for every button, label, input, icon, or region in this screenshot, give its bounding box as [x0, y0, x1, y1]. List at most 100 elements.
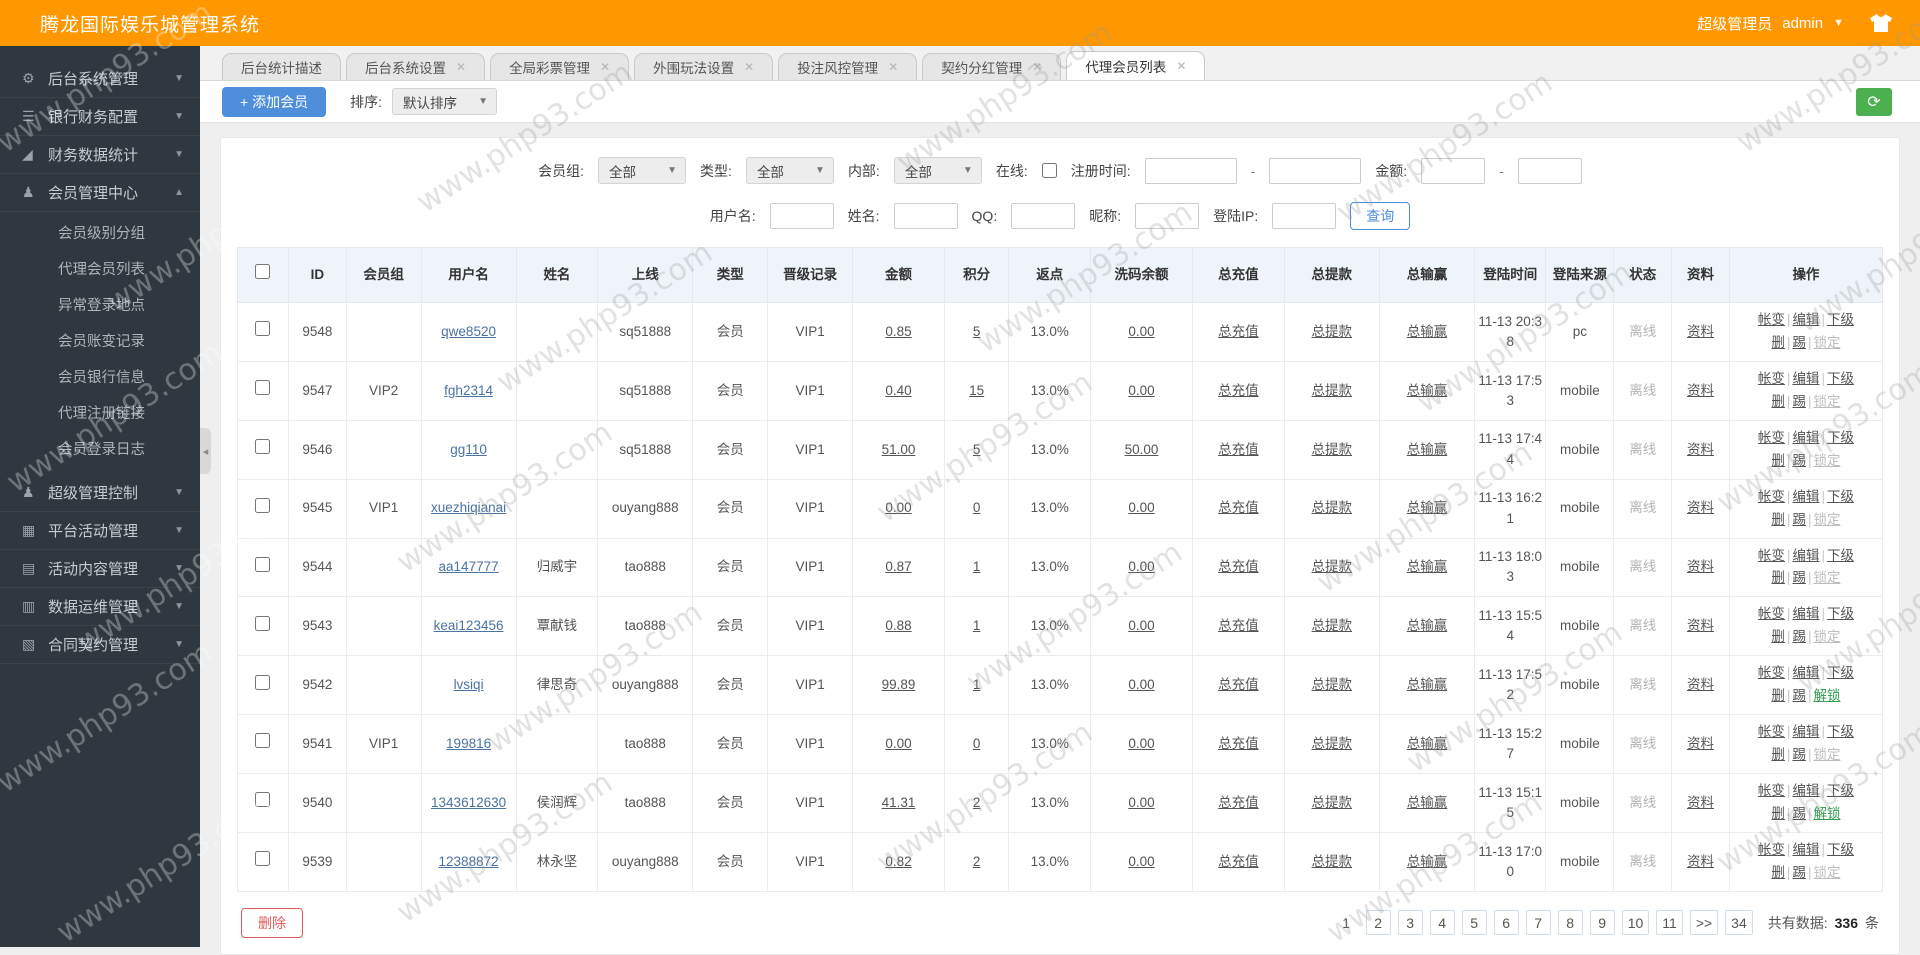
amount-link[interactable]: 0.88 — [885, 618, 911, 633]
wash-balance-link[interactable]: 0.00 — [1128, 736, 1154, 751]
total-deposit-link[interactable]: 总充值 — [1218, 383, 1259, 398]
wash-balance-link[interactable]: 0.00 — [1128, 854, 1154, 869]
add-member-button[interactable]: + 添加会员 — [222, 87, 326, 117]
op-link-踢[interactable]: 踢 — [1792, 747, 1806, 762]
row-checkbox[interactable] — [255, 792, 270, 807]
reg-time-from-input[interactable] — [1145, 158, 1237, 184]
page-button-4[interactable]: 4 — [1430, 910, 1455, 935]
op-link-帐变[interactable]: 帐变 — [1758, 783, 1785, 798]
row-checkbox[interactable] — [255, 380, 270, 395]
op-link-下级[interactable]: 下级 — [1827, 548, 1854, 563]
sidebar-item-row[interactable]: ▤活动内容管理▼ — [0, 550, 200, 588]
login-ip-input[interactable] — [1272, 203, 1336, 229]
username-link[interactable]: 1343612630 — [431, 795, 506, 810]
row-checkbox[interactable] — [255, 851, 270, 866]
total-deposit-link[interactable]: 总充值 — [1218, 618, 1259, 633]
op-link-删[interactable]: 删 — [1771, 747, 1785, 762]
wash-balance-link[interactable]: 0.00 — [1128, 324, 1154, 339]
close-icon[interactable]: ✕ — [744, 60, 754, 74]
profile-link[interactable]: 资料 — [1687, 677, 1714, 692]
total-winloss-link[interactable]: 总输赢 — [1407, 854, 1448, 869]
op-link-踢[interactable]: 踢 — [1792, 688, 1806, 703]
total-withdraw-link[interactable]: 总提款 — [1312, 795, 1353, 810]
sidebar-subitem[interactable]: 会员账变记录 — [0, 324, 200, 360]
op-link-下级[interactable]: 下级 — [1827, 489, 1854, 504]
page-button-2[interactable]: 2 — [1366, 910, 1391, 935]
amount-link[interactable]: 0.40 — [885, 383, 911, 398]
wash-balance-link[interactable]: 0.00 — [1128, 677, 1154, 692]
amount-link[interactable]: 0.00 — [885, 736, 911, 751]
tab-投注风控管理[interactable]: 投注风控管理✕ — [778, 53, 917, 80]
amount-from-input[interactable] — [1421, 158, 1485, 184]
op-link-编辑[interactable]: 编辑 — [1792, 783, 1819, 798]
username-link[interactable]: qwe8520 — [441, 324, 496, 339]
total-withdraw-link[interactable]: 总提款 — [1312, 383, 1353, 398]
row-checkbox[interactable] — [255, 675, 270, 690]
qq-input[interactable] — [1011, 203, 1075, 229]
page-button-9[interactable]: 9 — [1590, 910, 1615, 935]
op-link-下级[interactable]: 下级 — [1827, 606, 1854, 621]
row-checkbox[interactable] — [255, 616, 270, 631]
op-link-下级[interactable]: 下级 — [1827, 842, 1854, 857]
next-pages-button[interactable]: >> — [1690, 910, 1718, 935]
page-button-6[interactable]: 6 — [1494, 910, 1519, 935]
tab-后台统计描述[interactable]: 后台统计描述 — [222, 53, 341, 80]
row-checkbox[interactable] — [255, 439, 270, 454]
username-link[interactable]: 199816 — [446, 736, 491, 751]
op-link-踢[interactable]: 踢 — [1792, 806, 1806, 821]
member-group-select[interactable]: 全部 ▼ — [598, 157, 686, 184]
op-link-帐变[interactable]: 帐变 — [1758, 665, 1785, 680]
wash-balance-link[interactable]: 0.00 — [1128, 795, 1154, 810]
select-all-checkbox[interactable] — [255, 264, 270, 279]
op-link-编辑[interactable]: 编辑 — [1792, 430, 1819, 445]
op-link-帐变[interactable]: 帐变 — [1758, 371, 1785, 386]
sidebar-subitem[interactable]: 代理会员列表 — [0, 252, 200, 288]
wash-balance-link[interactable]: 0.00 — [1128, 618, 1154, 633]
delete-button[interactable]: 删除 — [241, 908, 303, 938]
total-deposit-link[interactable]: 总充值 — [1218, 442, 1259, 457]
tab-代理会员列表[interactable]: 代理会员列表✕ — [1066, 51, 1205, 80]
op-link-帐变[interactable]: 帐变 — [1758, 430, 1785, 445]
sidebar-item-row[interactable]: ♟超级管理控制▼ — [0, 474, 200, 512]
op-link-删[interactable]: 删 — [1771, 335, 1785, 350]
lock-link[interactable]: 锁定 — [1813, 570, 1840, 585]
profile-link[interactable]: 资料 — [1687, 442, 1714, 457]
total-deposit-link[interactable]: 总充值 — [1218, 854, 1259, 869]
unlock-link[interactable]: 解锁 — [1813, 688, 1840, 703]
lock-link[interactable]: 锁定 — [1813, 394, 1840, 409]
points-link[interactable]: 2 — [973, 795, 981, 810]
query-button[interactable]: 查询 — [1350, 202, 1410, 230]
total-withdraw-link[interactable]: 总提款 — [1312, 736, 1353, 751]
total-withdraw-link[interactable]: 总提款 — [1312, 677, 1353, 692]
sidebar-subitem[interactable]: 会员级别分组 — [0, 216, 200, 252]
op-link-帐变[interactable]: 帐变 — [1758, 606, 1785, 621]
close-icon[interactable]: ✕ — [600, 60, 610, 74]
op-link-删[interactable]: 删 — [1771, 806, 1785, 821]
sidebar-item-row[interactable]: ▧合同契约管理▼ — [0, 626, 200, 664]
op-link-下级[interactable]: 下级 — [1827, 312, 1854, 327]
total-winloss-link[interactable]: 总输赢 — [1407, 559, 1448, 574]
refresh-button[interactable]: ⟳ — [1856, 88, 1892, 116]
op-link-删[interactable]: 删 — [1771, 629, 1785, 644]
username-link[interactable]: lvsiqi — [454, 677, 484, 692]
wash-balance-link[interactable]: 0.00 — [1128, 559, 1154, 574]
total-winloss-link[interactable]: 总输赢 — [1407, 442, 1448, 457]
total-winloss-link[interactable]: 总输赢 — [1407, 500, 1448, 515]
lock-link[interactable]: 锁定 — [1813, 335, 1840, 350]
page-button-11[interactable]: 11 — [1656, 910, 1683, 935]
amount-link[interactable]: 99.89 — [882, 677, 916, 692]
points-link[interactable]: 5 — [973, 442, 981, 457]
page-button-5[interactable]: 5 — [1462, 910, 1487, 935]
online-checkbox[interactable] — [1042, 163, 1057, 178]
total-withdraw-link[interactable]: 总提款 — [1312, 854, 1353, 869]
points-link[interactable]: 1 — [973, 618, 981, 633]
profile-link[interactable]: 资料 — [1687, 618, 1714, 633]
op-link-下级[interactable]: 下级 — [1827, 665, 1854, 680]
op-link-帐变[interactable]: 帐变 — [1758, 312, 1785, 327]
close-icon[interactable]: ✕ — [888, 60, 898, 74]
sidebar-collapse-handle[interactable]: ◂ — [200, 428, 211, 474]
op-link-下级[interactable]: 下级 — [1827, 724, 1854, 739]
sort-select[interactable]: 默认排序 ▼ — [392, 88, 497, 115]
profile-link[interactable]: 资料 — [1687, 500, 1714, 515]
internal-select[interactable]: 全部 ▼ — [894, 157, 982, 184]
